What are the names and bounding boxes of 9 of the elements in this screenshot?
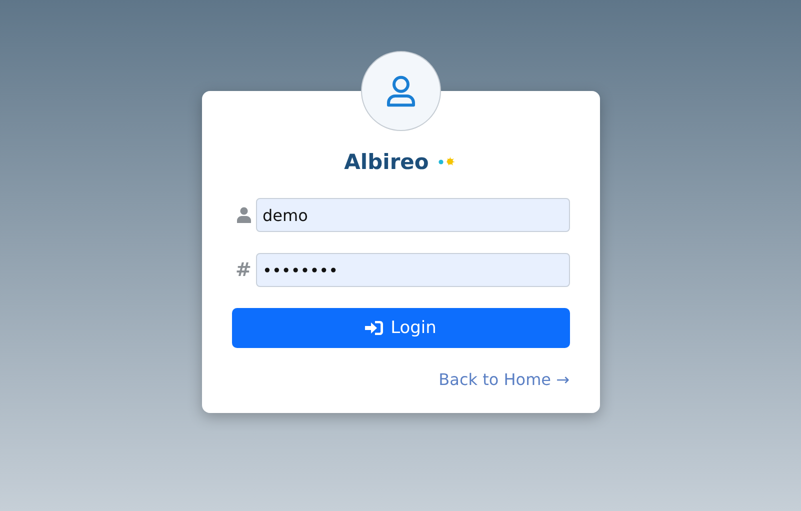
password-field[interactable]: •••••••• [256,253,570,287]
app-title: Albireo [344,150,429,174]
user-icon [236,207,250,223]
hash-symbol: # [234,259,252,281]
sign-in-icon [364,320,383,336]
back-home-link[interactable]: Back to Home → [438,370,570,389]
login-button[interactable]: Login [232,308,570,348]
stars-icon [436,156,457,168]
username-field[interactable]: demo [256,198,570,232]
